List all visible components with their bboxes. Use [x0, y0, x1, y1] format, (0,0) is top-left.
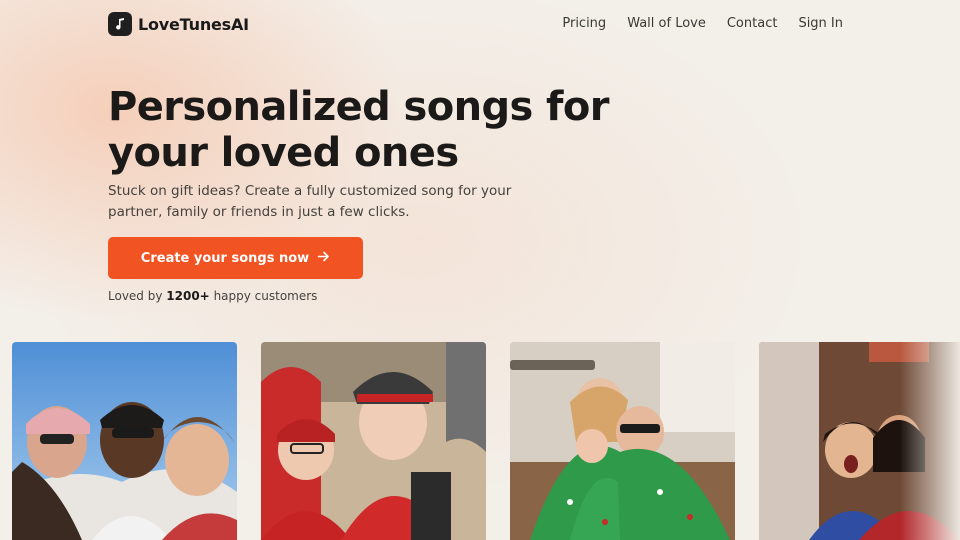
nav-link-contact[interactable]: Contact	[727, 16, 778, 31]
hero-headline: Personalized songs for your loved ones	[108, 84, 668, 176]
nav-link-pricing[interactable]: Pricing	[562, 16, 606, 31]
nav-link-wall-of-love[interactable]: Wall of Love	[627, 16, 706, 31]
customer-photo-gallery	[12, 342, 960, 540]
brand-logo[interactable]: LoveTunesAI	[108, 12, 249, 36]
customer-count: 1200+	[166, 289, 210, 303]
create-songs-label: Create your songs now	[140, 250, 310, 266]
main-nav: Pricing Wall of Love Contact Sign In	[562, 16, 843, 31]
social-proof-suffix: happy customers	[213, 289, 318, 303]
gallery-fade-overlay	[900, 342, 960, 540]
create-songs-button[interactable]: Create your songs now	[108, 237, 363, 279]
headline-line-1: Personalized songs for	[108, 84, 609, 130]
customer-photo	[12, 342, 237, 540]
music-note-icon	[108, 12, 132, 36]
social-proof-prefix: Loved by	[108, 289, 163, 303]
customer-photo	[510, 342, 735, 540]
headline-line-2: your loved ones	[108, 130, 459, 176]
brand-name: LoveTunesAI	[138, 14, 249, 34]
top-navigation: LoveTunesAI Pricing Wall of Love Contact…	[0, 0, 960, 48]
hero-subtext: Stuck on gift ideas? Create a fully cust…	[108, 183, 512, 220]
customer-photo	[261, 342, 486, 540]
social-proof: Loved by 1200+ happy customers	[108, 289, 317, 303]
nav-link-sign-in[interactable]: Sign In	[798, 16, 843, 31]
arrow-right-icon	[317, 250, 330, 267]
